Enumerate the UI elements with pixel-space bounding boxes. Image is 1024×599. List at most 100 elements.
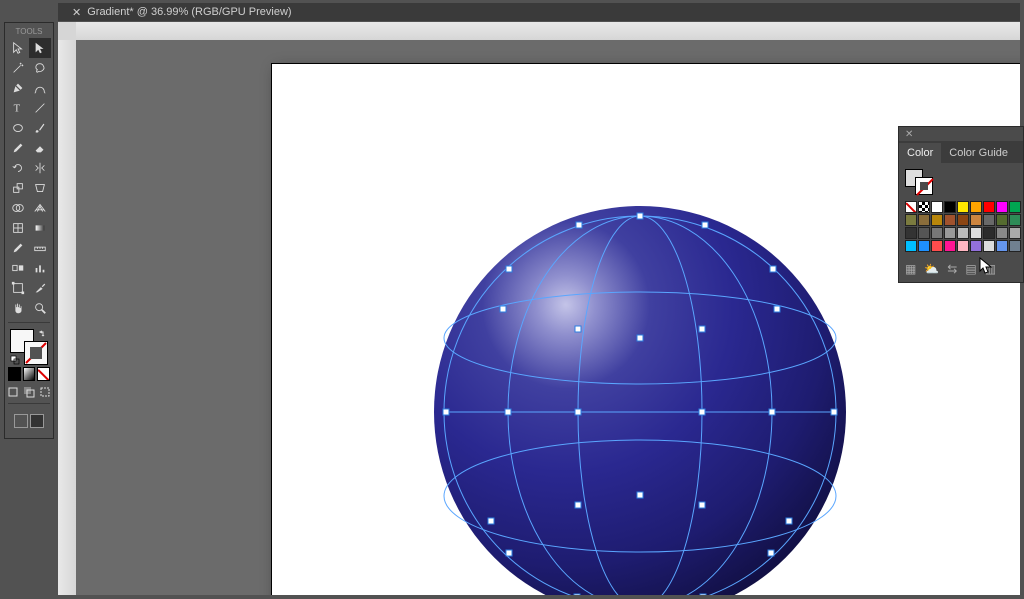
swatch[interactable] xyxy=(905,214,917,226)
vertical-ruler[interactable] xyxy=(58,40,76,595)
artboard-tool[interactable] xyxy=(7,278,29,298)
ruler-origin[interactable] xyxy=(58,22,76,40)
close-tab-icon[interactable]: ✕ xyxy=(72,6,81,19)
magic-wand-tool[interactable] xyxy=(7,58,29,78)
pen-tool[interactable] xyxy=(7,78,29,98)
shape-builder-tool[interactable] xyxy=(7,198,29,218)
swatch[interactable] xyxy=(983,214,995,226)
free-transform-tool[interactable] xyxy=(29,178,51,198)
ellipse-tool[interactable] xyxy=(7,118,29,138)
screen-mode-normal[interactable] xyxy=(14,414,28,428)
direct-selection-tool[interactable] xyxy=(29,38,51,58)
color-mode-solid[interactable] xyxy=(8,367,21,381)
rotate-tool[interactable] xyxy=(7,158,29,178)
perspective-grid-tool[interactable] xyxy=(29,198,51,218)
stroke-swatch[interactable] xyxy=(24,341,48,365)
panel-footer-icon[interactable]: ▤ xyxy=(965,262,976,276)
tab-color[interactable]: Color xyxy=(899,143,941,163)
document-title: Gradient* @ 36.99% (RGB/GPU Preview) xyxy=(87,6,291,18)
swatch[interactable] xyxy=(970,214,982,226)
swatch[interactable] xyxy=(1009,240,1021,252)
swatch[interactable] xyxy=(944,240,956,252)
toolbox-divider-2 xyxy=(8,403,50,404)
panel-stroke-swatch[interactable] xyxy=(915,177,933,195)
swatch[interactable] xyxy=(918,240,930,252)
hand-tool[interactable] xyxy=(7,298,29,318)
zoom-tool[interactable] xyxy=(29,298,51,318)
swatch[interactable] xyxy=(944,214,956,226)
color-panel: ✕ Color Color Guide ▦ ⛅ ⇆ ▤ ▥ xyxy=(898,126,1024,283)
swatch[interactable] xyxy=(957,201,969,213)
mesh-tool[interactable] xyxy=(7,218,29,238)
default-fill-stroke-icon[interactable] xyxy=(10,355,20,365)
horizontal-ruler[interactable] xyxy=(76,22,1020,40)
swatch[interactable] xyxy=(905,240,917,252)
swatch[interactable] xyxy=(996,201,1008,213)
curvature-tool[interactable] xyxy=(29,78,51,98)
line-tool[interactable] xyxy=(29,98,51,118)
svg-text:T: T xyxy=(14,104,21,115)
canvas-area[interactable] xyxy=(76,40,1020,595)
swatch[interactable] xyxy=(905,201,917,213)
lasso-tool[interactable] xyxy=(29,58,51,78)
sphere-fill xyxy=(434,206,846,595)
swatch[interactable] xyxy=(957,214,969,226)
swatch[interactable] xyxy=(944,227,956,239)
pencil-tool[interactable] xyxy=(7,138,29,158)
panel-close-icon[interactable]: ✕ xyxy=(899,127,1023,141)
swatch[interactable] xyxy=(931,201,943,213)
swatch[interactable] xyxy=(918,201,930,213)
type-tool[interactable]: T xyxy=(7,98,29,118)
slice-tool[interactable] xyxy=(29,278,51,298)
scale-tool[interactable] xyxy=(7,178,29,198)
swatch[interactable] xyxy=(996,240,1008,252)
swatch[interactable] xyxy=(1009,201,1021,213)
swatch[interactable] xyxy=(931,227,943,239)
panel-footer-icon[interactable]: ⇆ xyxy=(947,262,957,276)
draw-behind-icon[interactable] xyxy=(22,385,36,399)
swatch[interactable] xyxy=(970,201,982,213)
gradient-tool[interactable] xyxy=(29,218,51,238)
gradient-sphere-object[interactable] xyxy=(434,206,846,595)
swatch[interactable] xyxy=(970,240,982,252)
reflect-tool[interactable] xyxy=(29,158,51,178)
swatch[interactable] xyxy=(983,201,995,213)
fill-stroke-indicator[interactable] xyxy=(10,329,48,365)
swatch[interactable] xyxy=(996,214,1008,226)
swatch[interactable] xyxy=(1009,214,1021,226)
swatch[interactable] xyxy=(905,227,917,239)
column-graph-tool[interactable] xyxy=(29,258,51,278)
draw-normal-icon[interactable] xyxy=(6,385,20,399)
eraser-tool[interactable] xyxy=(29,138,51,158)
swap-fill-stroke-icon[interactable] xyxy=(38,329,48,339)
swatch[interactable] xyxy=(918,227,930,239)
panel-footer-icon[interactable]: ▥ xyxy=(985,262,996,276)
draw-mode-row xyxy=(6,385,52,399)
swatch[interactable] xyxy=(918,214,930,226)
swatch[interactable] xyxy=(957,240,969,252)
swatch[interactable] xyxy=(957,227,969,239)
panel-footer-icon[interactable]: ▦ xyxy=(905,262,916,276)
draw-inside-icon[interactable] xyxy=(38,385,52,399)
screen-mode-full[interactable] xyxy=(30,414,44,428)
swatch[interactable] xyxy=(931,240,943,252)
swatch[interactable] xyxy=(931,214,943,226)
color-mode-gradient[interactable] xyxy=(23,367,36,381)
panel-fill-stroke[interactable] xyxy=(905,169,933,195)
paintbrush-tool[interactable] xyxy=(29,118,51,138)
color-mode-none[interactable] xyxy=(37,367,50,381)
panel-footer-icon[interactable]: ⛅ xyxy=(924,262,939,276)
swatch[interactable] xyxy=(970,227,982,239)
blend-tool[interactable] xyxy=(7,258,29,278)
selection-tool[interactable] xyxy=(7,38,29,58)
eyedropper-tool[interactable] xyxy=(7,238,29,258)
swatch[interactable] xyxy=(944,201,956,213)
swatch[interactable] xyxy=(996,227,1008,239)
screen-mode-row xyxy=(14,414,44,428)
swatch[interactable] xyxy=(1009,227,1021,239)
tab-color-guide[interactable]: Color Guide xyxy=(941,143,1016,163)
toolbox-panel: TOOLS T xyxy=(4,22,54,439)
measure-tool[interactable] xyxy=(29,238,51,258)
swatch[interactable] xyxy=(983,227,995,239)
swatch[interactable] xyxy=(983,240,995,252)
